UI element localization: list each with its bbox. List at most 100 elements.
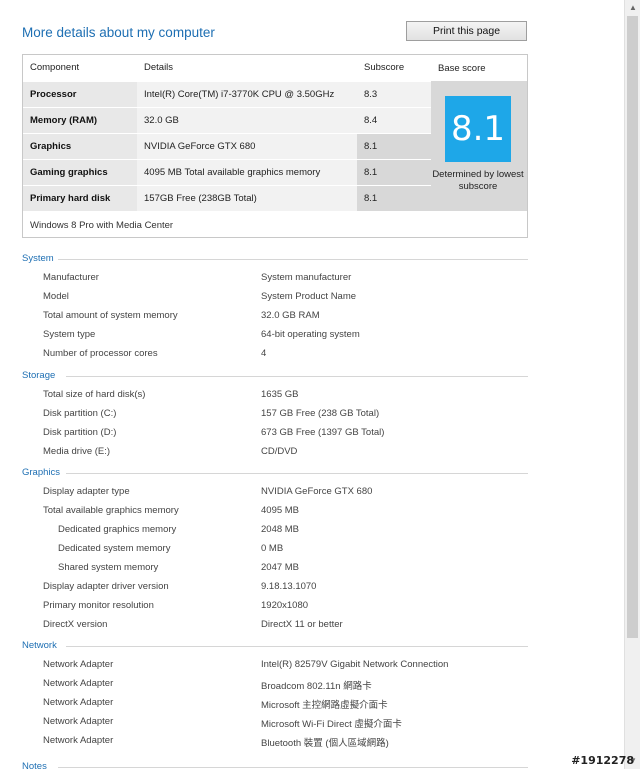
property-value: 1635 GB (261, 389, 299, 400)
component-details: 157GB Free (238GB Total) (137, 184, 357, 211)
list-item: Network Adapter Microsoft 主控網路虛擬介面卡 (22, 692, 528, 711)
property-label: Dedicated system memory (58, 543, 171, 554)
property-label: Manufacturer (43, 272, 99, 283)
property-value: 4095 MB (261, 505, 300, 516)
component-name: Graphics (23, 132, 137, 159)
table-row: Processor Intel(R) Core(TM) i7-3770K CPU… (23, 80, 527, 211)
component-name: Primary hard disk (23, 184, 137, 211)
score-table: Component Details Subscore Base score Pr… (23, 55, 527, 211)
section-title: Graphics (22, 467, 528, 481)
property-label: Media drive (E:) (43, 446, 111, 457)
property-value: 1920x1080 (261, 600, 309, 611)
property-value: 2048 MB (261, 524, 300, 535)
print-page-button[interactable]: Print this page (406, 21, 527, 41)
section-title: Notes (22, 761, 528, 769)
list-item: Media drive (E:) CD/DVD (22, 441, 528, 460)
component-subscore: 8.1 (357, 132, 431, 159)
base-score-cell: 8.1 Determined by lowest subscore (431, 81, 527, 211)
list-item: Network Adapter Broadcom 802.11n 網路卡 (22, 673, 528, 692)
component-subscore: 8.4 (357, 106, 431, 133)
section-network: Network Network Adapter Intel(R) 82579V G… (22, 640, 528, 749)
property-label: Network Adapter (43, 716, 114, 727)
property-label: Network Adapter (43, 659, 114, 670)
score-table-header: Component Details Subscore Base score (23, 55, 527, 81)
property-label: Number of processor cores (43, 348, 158, 359)
property-value: 64-bit operating system (261, 329, 360, 340)
property-value: DirectX 11 or better (261, 619, 343, 630)
property-value: Microsoft 主控網路虛擬介面卡 (261, 700, 388, 711)
property-label: Shared system memory (58, 562, 159, 573)
column-header-component: Component (23, 55, 137, 81)
base-score-tile: 8.1 (445, 96, 511, 162)
list-item: Model System Product Name (22, 286, 528, 305)
section-title: Network (22, 640, 528, 654)
property-label: DirectX version (43, 619, 108, 630)
base-score-note: Determined by lowest subscore (432, 169, 524, 192)
scroll-up-arrow-icon[interactable]: ▲ (625, 0, 640, 16)
property-label: Total available graphics memory (43, 505, 179, 516)
property-label: Network Adapter (43, 678, 114, 689)
property-value: 9.18.13.1070 (261, 581, 317, 592)
property-value: System Product Name (261, 291, 357, 302)
section-title: System (22, 253, 528, 267)
scroll-thumb[interactable] (627, 16, 638, 638)
column-header-base-score: Base score (431, 55, 527, 81)
page-title: More details about my computer (22, 25, 215, 40)
component-name: Processor (23, 80, 137, 107)
section-storage: Storage Total size of hard disk(s) 1635 G… (22, 370, 528, 460)
property-value: 0 MB (261, 543, 284, 554)
section-notes: Notes (22, 761, 528, 769)
property-value: Microsoft Wi-Fi Direct 虛擬介面卡 (261, 719, 402, 730)
property-value: 32.0 GB RAM (261, 310, 320, 321)
property-value: 2047 MB (261, 562, 300, 573)
component-subscore: 8.3 (357, 80, 431, 107)
property-value: Intel(R) 82579V Gigabit Network Connecti… (261, 659, 449, 670)
property-label: Total amount of system memory (43, 310, 178, 321)
property-label: Disk partition (C:) (43, 408, 117, 419)
list-item: Total size of hard disk(s) 1635 GB (22, 384, 528, 403)
column-header-subscore: Subscore (357, 55, 431, 81)
vertical-scrollbar[interactable]: ▲ ▼ (624, 0, 640, 769)
list-item: System type 64-bit operating system (22, 324, 528, 343)
property-value: 673 GB Free (1397 GB Total) (261, 427, 385, 438)
component-subscore: 8.1 (357, 158, 431, 185)
watermark-id: #1912278 (571, 754, 634, 767)
section-graphics: Graphics Display adapter type NVIDIA GeFo… (22, 467, 528, 633)
list-item: Shared system memory 2047 MB (22, 557, 528, 576)
list-item: Dedicated system memory 0 MB (22, 538, 528, 557)
list-item: Number of processor cores 4 (22, 343, 528, 362)
property-value: 4 (261, 348, 267, 359)
score-summary-panel: Component Details Subscore Base score Pr… (22, 54, 528, 238)
details-page: More details about my computer Print thi… (0, 0, 624, 769)
list-item: Primary monitor resolution 1920x1080 (22, 595, 528, 614)
property-label: Network Adapter (43, 697, 114, 708)
property-label: Total size of hard disk(s) (43, 389, 146, 400)
column-header-details: Details (137, 55, 357, 81)
property-value: System manufacturer (261, 272, 352, 283)
property-value: NVIDIA GeForce GTX 680 (261, 486, 373, 497)
list-item: Disk partition (D:) 673 GB Free (1397 GB … (22, 422, 528, 441)
property-label: Primary monitor resolution (43, 600, 154, 611)
list-item: Display adapter driver version 9.18.13.10… (22, 576, 528, 595)
list-item: Network Adapter Microsoft Wi-Fi Direct 虛擬… (22, 711, 528, 730)
property-label: Display adapter type (43, 486, 130, 497)
list-item: Display adapter type NVIDIA GeForce GTX 6… (22, 481, 528, 500)
component-name: Gaming graphics (23, 158, 137, 185)
property-label: Dedicated graphics memory (58, 524, 177, 535)
component-details: 4095 MB Total available graphics memory (137, 158, 357, 185)
component-details: Intel(R) Core(TM) i7-3770K CPU @ 3.50GHz (137, 80, 357, 107)
list-item: Network Adapter Intel(R) 82579V Gigabit N… (22, 654, 528, 673)
component-subscore: 8.1 (357, 184, 431, 211)
component-name: Memory (RAM) (23, 106, 137, 133)
property-label: Disk partition (D:) (43, 427, 117, 438)
property-label: Network Adapter (43, 735, 114, 746)
property-label: Display adapter driver version (43, 581, 169, 592)
os-edition: Windows 8 Pro with Media Center (30, 220, 174, 231)
list-item: Dedicated graphics memory 2048 MB (22, 519, 528, 538)
list-item: DirectX version DirectX 11 or better (22, 614, 528, 633)
component-details: NVIDIA GeForce GTX 680 (137, 132, 357, 159)
property-value: Bluetooth 裝置 (個人區域網路) (261, 738, 389, 749)
property-value: CD/DVD (261, 446, 298, 457)
list-item: Manufacturer System manufacturer (22, 267, 528, 286)
property-label: Model (43, 291, 69, 302)
